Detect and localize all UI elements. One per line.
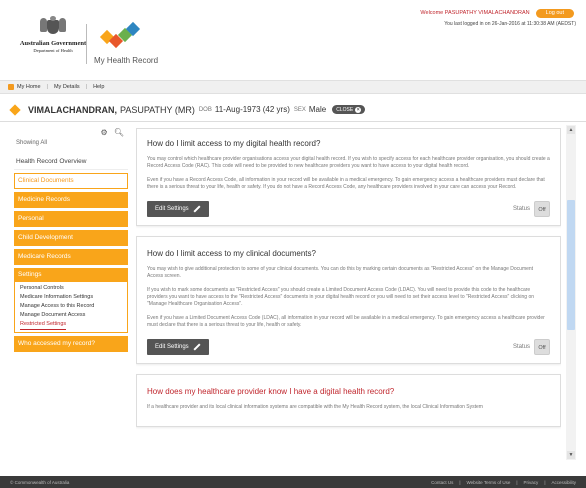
close-label: CLOSE [336,106,354,113]
main-content: How do I limit access to my digital heal… [136,128,561,458]
footer-link-contact[interactable]: Contact Us [431,480,453,485]
sidebar-item-medicare-records[interactable]: Medicare Records [14,249,128,265]
main-scrollbar[interactable]: ▲ ▼ [566,125,576,460]
sidebar: ⚙ 🔍︎ Showing All Health Record Overview … [14,128,128,458]
scroll-thumb[interactable] [567,200,575,330]
settings-submenu: Personal Controls Medicare Information S… [15,282,127,332]
card-paragraph: Even if you have a Limited Document Acce… [147,315,545,328]
status-area: Status Off [513,201,550,217]
card-provider-knowledge: How does my healthcare provider know I h… [136,374,561,427]
status-toggle[interactable]: Off [534,339,550,355]
submenu-personal-controls[interactable]: Personal Controls [18,284,124,293]
card-title: How do I limit access to my digital heal… [147,139,321,148]
sidebar-settings-group: Settings Personal Controls Medicare Info… [14,268,128,333]
mhr-tick-icon [9,103,22,116]
status-label: Status [512,206,530,212]
pencil-icon [193,343,201,351]
nav-my-home[interactable]: My Home [17,84,41,90]
sidebar-item-child-development[interactable]: Child Development [14,230,128,246]
gov-name: Australian Government [19,40,87,47]
close-record-button[interactable]: CLOSE × [332,105,366,114]
sidebar-item-medicine-records[interactable]: Medicine Records [14,192,128,208]
card-footer: Edit Settings Status Off [147,201,550,217]
copyright: © Commonwealth of Australia [10,479,70,485]
home-icon [8,84,14,90]
close-icon: × [355,106,362,113]
footer-link-accessibility[interactable]: Accessibility [551,480,576,485]
patient-surname: VIMALACHANDRAN, [28,104,117,115]
submenu-restricted-settings[interactable]: Restricted Settings [20,320,67,330]
australian-government-logo: Australian Government Department of Heal… [18,16,88,64]
card-paragraph: If you wish to mark some documents as "R… [147,287,535,307]
dob-value: 11-Aug-1973 (42 yrs) [214,105,290,114]
footer-link-privacy[interactable]: Privacy [524,480,539,485]
patient-given-name: PASUPATHY (MR) [120,104,195,115]
card-record-access: How do I limit access to my digital heal… [136,128,561,226]
sidebar-item-clinical-documents[interactable]: Clinical Documents [14,173,128,189]
coat-of-arms-icon [40,16,66,38]
last-login-text: You last logged in on 26-Jan-2016 at 11:… [444,21,576,27]
showing-filter[interactable]: Showing All [14,140,128,150]
footer: © Commonwealth of Australia Contact Us |… [0,476,586,488]
settings-gear-icon[interactable]: ⚙ [100,128,107,137]
welcome-area: Welcome PASUPATHY VIMALACHANDRAN Log out [420,8,574,18]
dob-label: DOB [198,106,212,113]
status-area: Status Off [513,339,550,355]
card-title: How does my healthcare provider know I h… [147,387,395,396]
edit-settings-button[interactable]: Edit Settings [147,201,209,217]
card-paragraph: If a healthcare provider and its local c… [147,404,483,410]
sidebar-item-who-accessed[interactable]: Who accessed my record? [14,336,128,352]
header: Australian Government Department of Heal… [0,0,586,78]
status-toggle[interactable]: Off [534,201,550,217]
card-title: How do I limit access to my clinical doc… [147,249,316,258]
footer-link-terms[interactable]: Website Terms of Use [467,480,511,485]
search-icon[interactable]: 🔍︎ [114,128,124,137]
scroll-down-icon[interactable]: ▼ [567,451,575,459]
sidebar-item-overview[interactable]: Health Record Overview [14,154,128,170]
sex-value: Male [308,105,327,114]
nav-my-details[interactable]: My Details [54,84,80,90]
welcome-text: Welcome PASUPATHY VIMALACHANDRAN [420,10,530,16]
sidebar-tools: ⚙ 🔍︎ [14,128,128,140]
patient-bar: VIMALACHANDRAN, PASUPATHY (MR) DOB 11-Au… [0,98,586,122]
card-document-access: How do I limit access to my clinical doc… [136,236,561,364]
mhr-ticks-icon [99,21,142,49]
sex-label: SEX [293,106,306,113]
submenu-manage-access[interactable]: Manage Access to this Record [18,302,124,311]
logout-button[interactable]: Log out [535,8,574,18]
submenu-manage-document-access[interactable]: Manage Document Access [18,311,124,320]
submenu-medicare-info-settings[interactable]: Medicare Information Settings [18,293,124,302]
sidebar-item-personal[interactable]: Personal [14,211,128,227]
edit-settings-button[interactable]: Edit Settings [147,339,209,355]
pencil-icon [193,205,201,213]
card-paragraph: You may control which healthcare provide… [147,156,550,169]
card-paragraph: Even if you have a Record Access Code, a… [147,177,545,190]
status-label: Status [512,344,530,350]
top-nav: My Home | My Details | Help [0,80,586,94]
nav-help[interactable]: Help [93,84,104,90]
dept-name: Department of Health [33,48,73,53]
my-health-record-logo[interactable]: My Health Record [94,21,159,66]
scroll-up-icon[interactable]: ▲ [567,126,575,134]
footer-links: Contact Us | Website Terms of Use | Priv… [431,479,576,485]
logo-divider [86,24,87,64]
sidebar-item-settings[interactable]: Settings [15,268,127,282]
card-paragraph: You may wish to give additional protecti… [147,266,534,279]
card-footer: Edit Settings Status Off [147,339,550,355]
mhr-name: My Health Record [94,56,159,65]
